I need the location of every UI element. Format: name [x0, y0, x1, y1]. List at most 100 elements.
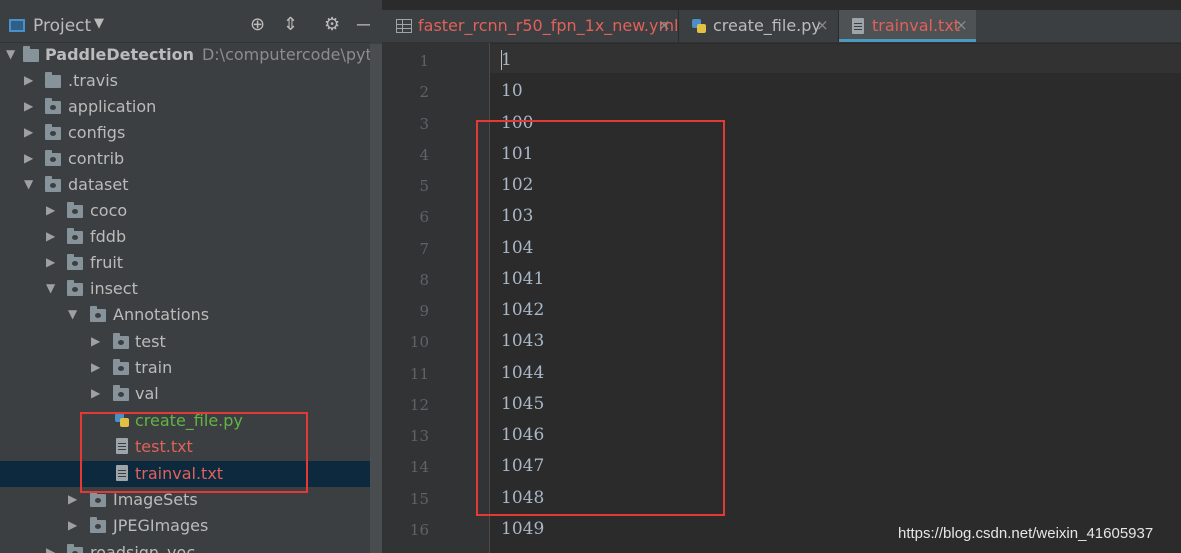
- folder-icon: [67, 254, 83, 270]
- tree-item-label: fruit: [90, 253, 124, 272]
- tab-faster-rcnn-yml[interactable]: faster_rcnn_r50_fpn_1x_new.yml ×: [382, 10, 678, 42]
- code-line[interactable]: 1: [501, 50, 512, 70]
- chevron-right-icon[interactable]: ▶: [91, 334, 103, 348]
- folder-icon: [45, 124, 61, 140]
- project-path: D:\computercode\python\Pa: [201, 45, 370, 64]
- close-icon[interactable]: ×: [955, 16, 968, 34]
- python-file-icon: [691, 18, 707, 34]
- tree-item-label: insect: [90, 279, 138, 298]
- crosshair-icon[interactable]: ⊕: [250, 14, 265, 35]
- folder-icon: [45, 98, 61, 114]
- chevron-down-icon[interactable]: ▼: [68, 307, 80, 321]
- chevron-right-icon[interactable]: ▶: [91, 360, 103, 374]
- tree-item-label: JPEGImages: [113, 516, 209, 535]
- tab-create-file-py[interactable]: create_file.py ×: [679, 10, 838, 42]
- tree-item-label: roadsign_voc: [90, 543, 196, 553]
- chevron-down-icon[interactable]: ▼: [24, 177, 36, 191]
- tree-item-fddb[interactable]: ▶ fddb: [0, 224, 370, 250]
- tree-item-test-folder[interactable]: ▶ test: [0, 329, 370, 355]
- chevron-right-icon[interactable]: ▶: [68, 518, 80, 532]
- chevron-down-icon[interactable]: ▼: [46, 281, 58, 295]
- chevron-right-icon[interactable]: ▶: [46, 545, 58, 553]
- folder-icon: [45, 72, 61, 88]
- highlight-box-lines: [476, 120, 725, 516]
- chevron-down-icon[interactable]: ▼: [94, 16, 104, 31]
- line-number: 6: [419, 208, 429, 226]
- tree-item-travis[interactable]: ▶ .travis: [0, 68, 370, 94]
- tree-item-label: .travis: [68, 71, 118, 90]
- tree-item-label: contrib: [68, 149, 125, 168]
- line-number: 7: [419, 240, 429, 258]
- code-line[interactable]: 10: [501, 81, 523, 101]
- tree-item-label: coco: [90, 201, 128, 220]
- highlight-box-files: [80, 412, 308, 493]
- tab-trainval-txt[interactable]: trainval.txt ×: [839, 10, 976, 42]
- tree-item-label: application: [68, 97, 157, 116]
- panel-splitter[interactable]: [370, 0, 382, 553]
- chevron-down-icon[interactable]: ▼: [6, 47, 18, 61]
- folder-icon: [67, 228, 83, 244]
- folder-icon: [67, 202, 83, 218]
- tree-item-train[interactable]: ▶ train: [0, 355, 370, 381]
- tree-item-label: train: [135, 358, 173, 377]
- tree-item-label: val: [135, 384, 159, 403]
- line-number: 3: [419, 115, 429, 133]
- folder-icon: [23, 46, 39, 62]
- current-line-highlight: [490, 44, 1181, 73]
- project-view-selector[interactable]: Project: [33, 16, 91, 36]
- project-panel-header: Project ▼ ⊕ ⇕ ⚙ —: [0, 10, 382, 43]
- line-number: 9: [419, 302, 429, 320]
- line-number: 15: [409, 490, 429, 508]
- folder-icon: [113, 385, 129, 401]
- folder-icon: [90, 306, 106, 322]
- line-number: 11: [409, 365, 429, 383]
- folder-icon: [67, 280, 83, 296]
- chevron-right-icon[interactable]: ▶: [24, 151, 36, 165]
- splitter-bar[interactable]: [370, 44, 382, 553]
- text-file-icon: [852, 18, 864, 34]
- folder-icon: [113, 359, 129, 375]
- chevron-right-icon[interactable]: ▶: [46, 255, 58, 269]
- folder-icon: [90, 517, 106, 533]
- tree-item-insect[interactable]: ▼ insect: [0, 276, 370, 302]
- line-number: 1: [419, 52, 429, 70]
- tree-item-val[interactable]: ▶ val: [0, 381, 370, 407]
- tree-item-roadsign-voc[interactable]: ▶ roadsign_voc: [0, 540, 370, 553]
- line-number: 14: [409, 458, 429, 476]
- line-number: 4: [419, 146, 429, 164]
- text-caret: [501, 50, 502, 70]
- tree-item-configs[interactable]: ▶ configs: [0, 120, 370, 146]
- code-line[interactable]: 1049: [501, 519, 544, 539]
- tree-item-jpegimages[interactable]: ▶ JPEGImages: [0, 513, 370, 539]
- tree-item-application[interactable]: ▶ application: [0, 94, 370, 120]
- watermark: https://blog.csdn.net/weixin_41605937: [898, 525, 1154, 542]
- folder-icon: [45, 150, 61, 166]
- chevron-right-icon[interactable]: ▶: [46, 203, 58, 217]
- tree-item-annotations[interactable]: ▼ Annotations: [0, 302, 370, 328]
- chevron-right-icon[interactable]: ▶: [24, 99, 36, 113]
- collapse-icon[interactable]: ⇕: [283, 14, 298, 35]
- line-number: 10: [409, 333, 429, 351]
- tree-item-label: fddb: [90, 227, 127, 246]
- tree-item-label: PaddleDetectionD:\computercode\python\Pa: [45, 45, 370, 64]
- close-icon[interactable]: ×: [816, 16, 829, 34]
- tab-label: create_file.py: [713, 16, 821, 35]
- project-icon: [9, 19, 25, 32]
- tree-item-dataset[interactable]: ▼ dataset: [0, 172, 370, 198]
- chevron-right-icon[interactable]: ▶: [24, 73, 36, 87]
- chevron-right-icon[interactable]: ▶: [91, 386, 103, 400]
- close-icon[interactable]: ×: [658, 16, 671, 34]
- line-number: 13: [409, 427, 429, 445]
- folder-icon: [113, 333, 129, 349]
- chevron-right-icon[interactable]: ▶: [46, 229, 58, 243]
- folder-icon: [67, 544, 83, 553]
- line-number: 8: [419, 271, 429, 289]
- chevron-right-icon[interactable]: ▶: [68, 492, 80, 506]
- tree-item-contrib[interactable]: ▶ contrib: [0, 146, 370, 172]
- chevron-right-icon[interactable]: ▶: [24, 125, 36, 139]
- tree-item-coco[interactable]: ▶ coco: [0, 198, 370, 224]
- gear-icon[interactable]: ⚙: [324, 14, 340, 35]
- line-number: 12: [409, 396, 429, 414]
- tree-item-paddledetection[interactable]: ▼ PaddleDetectionD:\computercode\python\…: [0, 42, 370, 68]
- tree-item-fruit[interactable]: ▶ fruit: [0, 250, 370, 276]
